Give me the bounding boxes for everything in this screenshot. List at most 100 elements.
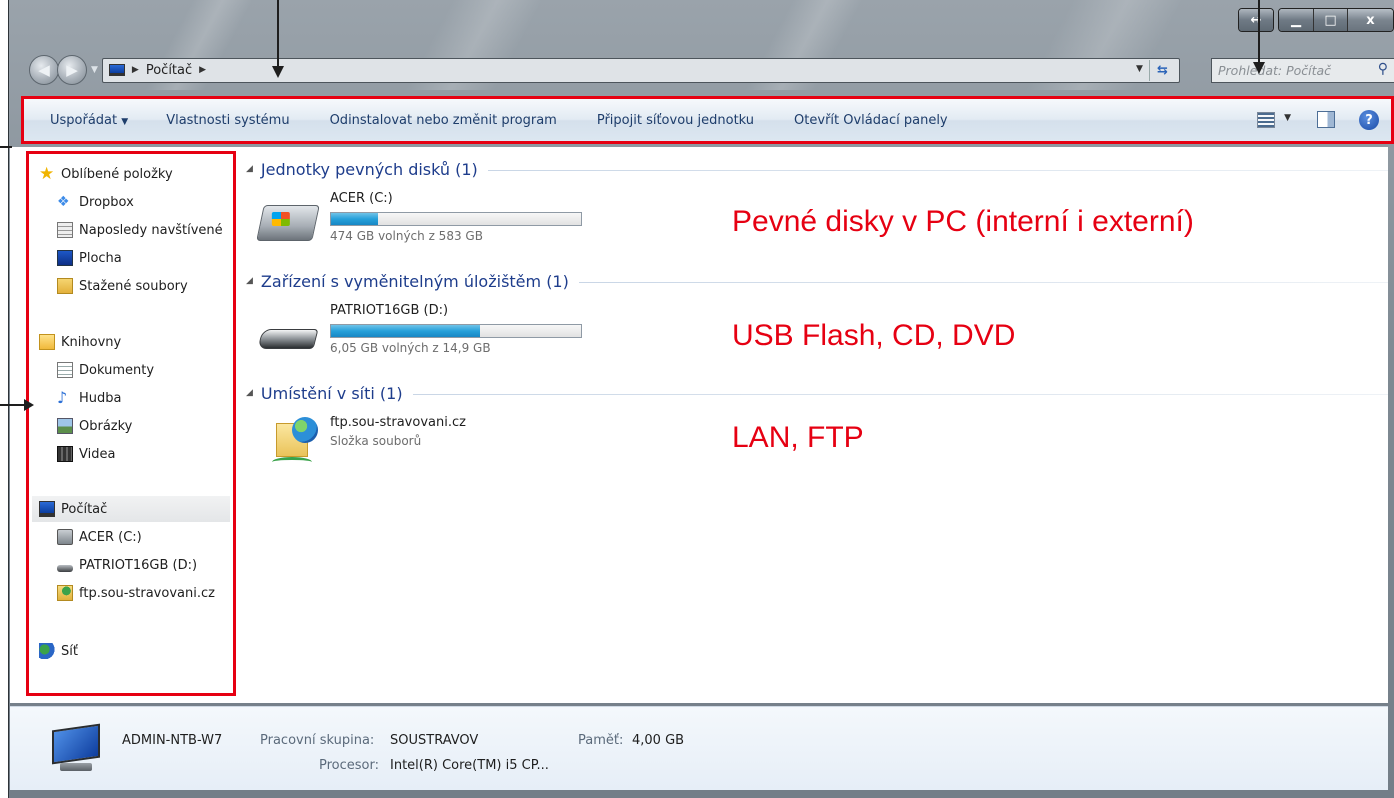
workgroup-label: Pracovní skupina: <box>260 733 375 748</box>
snap-button[interactable]: ↔ <box>1239 9 1273 31</box>
nav-drive-c[interactable]: ACER (C:) <box>57 525 231 549</box>
snap-group: ↔ <box>1238 8 1274 32</box>
preview-pane-icon[interactable] <box>1317 111 1335 128</box>
caption-buttons: ↔ ▁ □ x <box>1238 8 1394 32</box>
memory-label: Paměť: <box>578 733 624 748</box>
uninstall-program-button[interactable]: Odinstalovat nebo změnit program <box>330 113 557 128</box>
details-pane: ADMIN-NTB-W7 Pracovní skupina: SOUSTRAVO… <box>10 706 1388 790</box>
window-controls: ▁ □ x <box>1278 8 1394 32</box>
open-control-panel-button[interactable]: Otevřít Ovládací panely <box>794 113 948 128</box>
nav-label: Videa <box>79 446 116 462</box>
nav-network[interactable]: Síť <box>39 639 231 663</box>
arrow-head-right <box>24 399 34 411</box>
nav-label: Stažené soubory <box>79 278 188 294</box>
map-network-drive-button[interactable]: Připojit síťovou jednotku <box>597 113 754 128</box>
forward-button[interactable]: ▶ <box>57 55 87 85</box>
forward-arrow-icon: ▶ <box>66 61 78 79</box>
computer-icon <box>108 64 125 76</box>
processor-label: Procesor: <box>319 758 379 773</box>
collapse-triangle-icon[interactable]: ◢ <box>246 164 253 174</box>
nav-label: Knihovny <box>61 334 122 350</box>
processor-value: Intel(R) Core(TM) i5 CP... <box>390 758 549 773</box>
group-header-network[interactable]: ◢ Umístění v síti (1) <box>246 382 1388 404</box>
film-icon <box>57 446 73 462</box>
pictures-icon <box>57 418 73 434</box>
chevron-down-icon: ▼ <box>121 116 129 127</box>
group-title: Umístění v síti (1) <box>260 383 403 403</box>
nav-computer[interactable]: Počítač <box>39 497 231 521</box>
drive-usage-bar <box>330 212 582 226</box>
dropbox-icon: ❖ <box>57 194 70 210</box>
main-area: ★ Oblíbené položky ❖ Dropbox Naposledy nav… <box>10 147 1388 703</box>
navigation-row: ◀ ▶ ▼ ▶ Počítač ▶ ▼ ⇆ Prohledat: Počítač… <box>29 52 1394 88</box>
nav-drive-d[interactable]: PATRIOT16GB (D:) <box>57 553 231 577</box>
drive-usage-fill <box>331 325 480 337</box>
chevron-right-icon[interactable]: ▶ <box>199 65 206 75</box>
nav-music[interactable]: ♪ Hudba <box>57 386 231 410</box>
computer-icon <box>44 723 102 773</box>
system-properties-button[interactable]: Vlastnosti systému <box>166 113 289 128</box>
address-bar[interactable]: ▶ Počítač ▶ ▼ ⇆ <box>101 57 1180 83</box>
arrow-head-down <box>1253 62 1265 74</box>
group-header-removable[interactable]: ◢ Zařízení s vyměnitelným úložištěm (1) <box>246 270 1388 292</box>
nav-libraries[interactable]: Knihovny <box>39 330 231 354</box>
nav-documents[interactable]: Dokumenty <box>57 358 231 382</box>
maximize-button[interactable]: □ <box>1313 9 1347 31</box>
drive-name: ACER (C:) <box>330 191 393 206</box>
annotation-removable: USB Flash, CD, DVD <box>732 319 1016 352</box>
collapse-triangle-icon[interactable]: ◢ <box>246 276 253 286</box>
annotation-arrow-address <box>277 0 279 68</box>
nav-pictures[interactable]: Obrázky <box>57 414 231 438</box>
cable-shape <box>272 457 312 467</box>
change-view-icon[interactable] <box>1257 112 1275 128</box>
organize-label: Uspořádat <box>50 112 118 128</box>
downloads-folder-icon <box>57 278 73 294</box>
refresh-button[interactable]: ⇆ <box>1148 59 1175 81</box>
drive-tile-c[interactable]: ACER (C:) 474 GB volných z 583 GB <box>256 191 600 257</box>
network-location-type: Složka souborů <box>330 434 422 448</box>
nav-desktop[interactable]: Plocha <box>57 246 231 270</box>
chevron-right-icon[interactable]: ▶ <box>132 65 139 75</box>
help-icon[interactable]: ? <box>1359 110 1379 130</box>
network-location-tile[interactable]: ftp.sou-stravovani.cz Složka souborů <box>272 409 602 469</box>
hard-drive-icon <box>57 529 73 545</box>
nav-label: Hudba <box>79 390 122 406</box>
chevron-down-icon[interactable]: ▼ <box>1284 113 1291 123</box>
group-header-hard-disks[interactable]: ◢ Jednotky pevných disků (1) <box>246 158 1388 180</box>
music-note-icon: ♪ <box>57 388 68 407</box>
recent-pages-dropdown[interactable]: ▼ <box>91 65 98 75</box>
organize-button[interactable]: Uspořádat ▼ <box>50 113 128 128</box>
drive-usage-fill <box>331 213 378 225</box>
memory-value: 4,00 GB <box>632 733 685 748</box>
usb-drive-icon <box>57 564 73 572</box>
nav-downloads[interactable]: Stažené soubory <box>57 274 231 298</box>
group-title: Zařízení s vyměnitelným úložištěm (1) <box>260 271 569 291</box>
group-divider <box>578 281 1388 283</box>
search-icon[interactable]: ⚲ <box>1378 61 1388 77</box>
drive-name: PATRIOT16GB (D:) <box>330 303 449 318</box>
nav-label: ACER (C:) <box>79 529 142 545</box>
collapse-triangle-icon[interactable]: ◢ <box>246 388 253 398</box>
close-button[interactable]: x <box>1347 9 1393 31</box>
nav-favorites[interactable]: ★ Oblíbené položky <box>39 162 231 186</box>
back-button[interactable]: ◀ <box>29 55 59 85</box>
minimize-button[interactable]: ▁ <box>1279 9 1313 31</box>
nav-dropbox[interactable]: ❖ Dropbox <box>57 190 231 214</box>
search-input[interactable]: Prohledat: Počítač ⚲ <box>1211 57 1394 83</box>
computer-icon <box>39 501 55 517</box>
annotation-arrow-command-bar <box>0 146 12 148</box>
nav-label: Oblíbené položky <box>61 166 173 182</box>
monitor-stand-shape <box>60 763 92 771</box>
usb-drive-icon <box>257 329 319 349</box>
nav-videos[interactable]: Videa <box>57 442 231 466</box>
search-placeholder: Prohledat: Počítač <box>1218 62 1332 78</box>
breadcrumb-computer[interactable]: Počítač <box>146 63 192 78</box>
nav-label: Naposledy navštívené <box>79 222 223 238</box>
nav-recent-places[interactable]: Naposledy navštívené <box>57 218 231 242</box>
annotation-arrow-search <box>1258 0 1260 64</box>
group-divider <box>412 393 1388 395</box>
drive-tile-d[interactable]: PATRIOT16GB (D:) 6,05 GB volných z 14,9 … <box>257 303 600 369</box>
group-divider <box>487 169 1388 171</box>
nav-ftp[interactable]: ftp.sou-stravovani.cz <box>57 581 231 605</box>
address-dropdown-icon[interactable]: ▼ <box>1136 64 1143 74</box>
